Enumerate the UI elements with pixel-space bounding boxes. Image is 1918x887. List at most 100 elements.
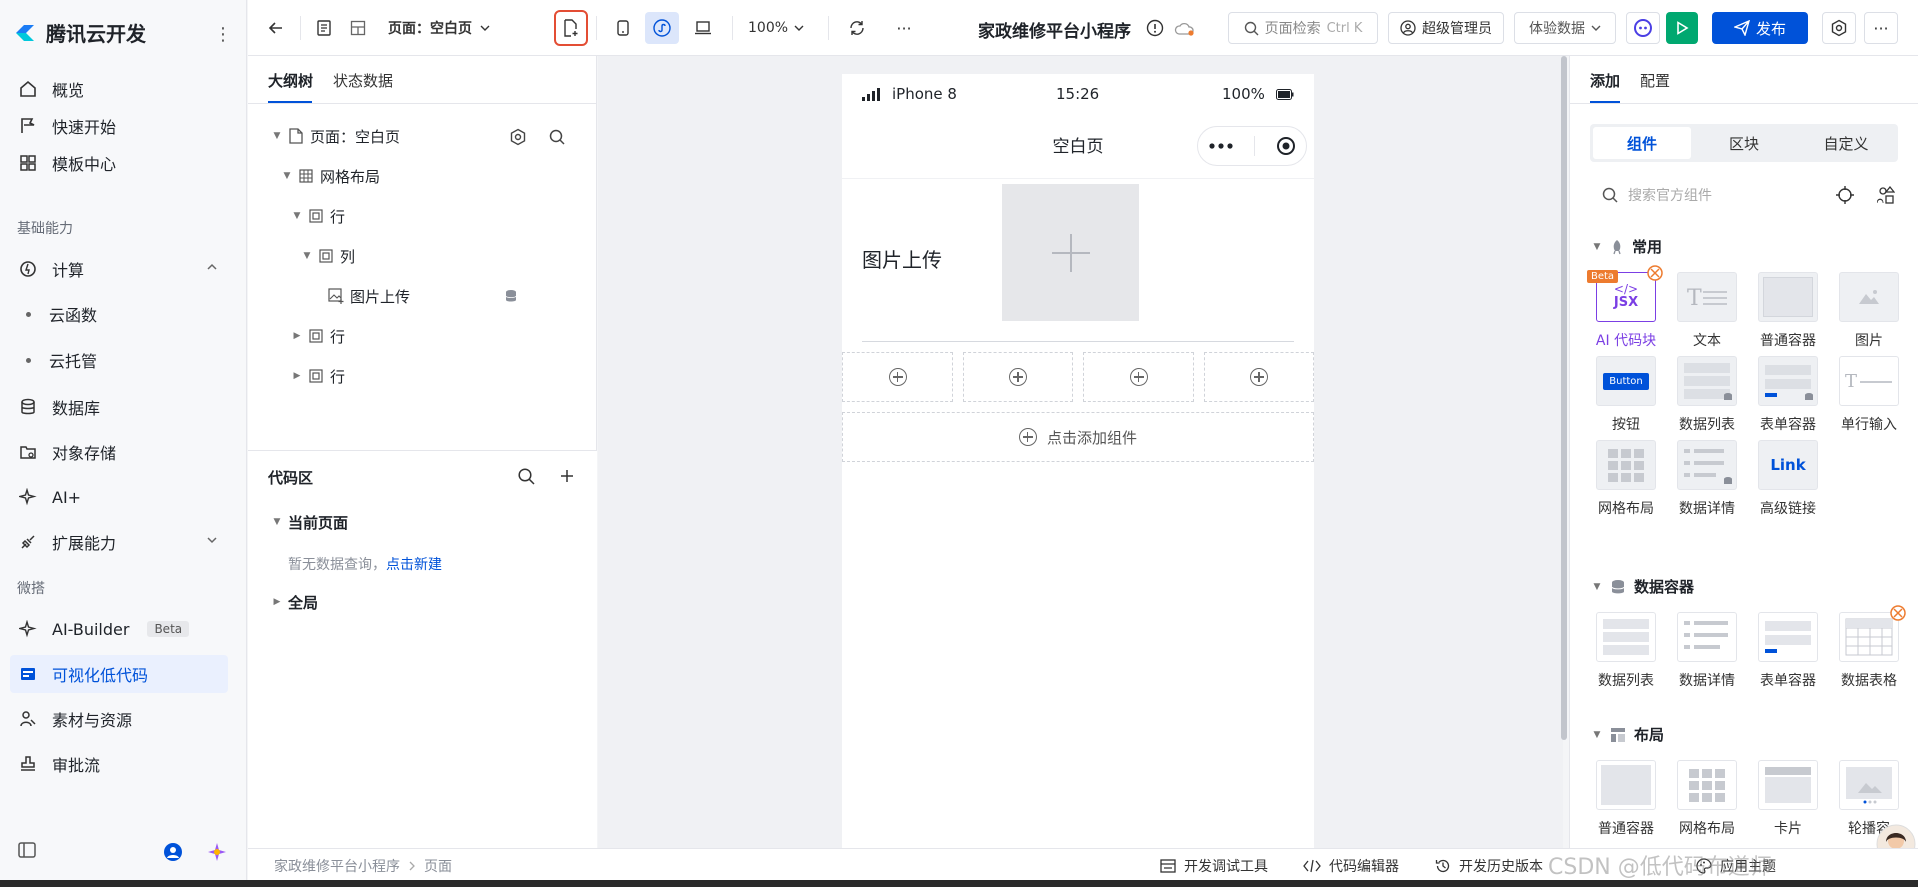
colorful-logo-icon[interactable]: [207, 842, 227, 862]
dev-tools-button[interactable]: 开发调试工具: [1160, 856, 1268, 876]
layout-button[interactable]: [342, 12, 374, 44]
tree-node-row[interactable]: ▶ 行: [292, 361, 345, 391]
desktop-view-button[interactable]: [686, 12, 720, 44]
search-icon[interactable]: [518, 468, 535, 485]
breadcrumb-app[interactable]: 家政维修平台小程序: [274, 856, 400, 876]
code-group-current-page[interactable]: ▼ 当前页面: [272, 507, 348, 537]
page-settings-icon[interactable]: [509, 128, 527, 146]
brand[interactable]: 腾讯云开发: [14, 18, 146, 47]
more-menu-button[interactable]: ···: [1864, 12, 1898, 44]
add-cell-slot[interactable]: [1083, 352, 1194, 402]
run-button[interactable]: [1666, 12, 1698, 44]
code-group-global[interactable]: ▶ 全局: [272, 587, 318, 617]
nav-sub-functions[interactable]: 云函数: [26, 296, 97, 332]
nav-item-approval[interactable]: 审批流: [10, 745, 228, 783]
data-mode-select[interactable]: 体验数据: [1514, 12, 1616, 44]
miniprogram-capsule[interactable]: [1197, 126, 1307, 166]
zoom-select[interactable]: 100%: [748, 12, 804, 44]
mobile-view-button[interactable]: [608, 12, 638, 44]
component-button[interactable]: Button 按钮: [1591, 356, 1661, 434]
user-avatar-icon[interactable]: [163, 842, 183, 862]
nav-item-materials[interactable]: 素材与资源: [10, 700, 228, 738]
component-data-list[interactable]: 数据列表: [1672, 356, 1742, 434]
close-target-icon[interactable]: [1276, 136, 1296, 156]
component-grid-layout[interactable]: 网格布局: [1672, 760, 1742, 838]
tab-outline-tree[interactable]: 大纲树: [268, 70, 313, 91]
page-search-box[interactable]: 页面检索 Ctrl K: [1228, 12, 1378, 44]
component-grid-layout[interactable]: 网格布局: [1591, 440, 1661, 518]
nav-item-ai-builder[interactable]: AI-Builder Beta: [10, 610, 228, 648]
tree-node-image-upload[interactable]: 图片上传: [328, 281, 588, 311]
component-image[interactable]: 图片: [1834, 272, 1904, 350]
nav-sub-cloudrun[interactable]: 云托管: [26, 342, 97, 378]
component-card[interactable]: 卡片: [1753, 760, 1823, 838]
more-dots-icon[interactable]: [1208, 143, 1233, 149]
component-library-icon[interactable]: [1877, 186, 1895, 204]
add-component-slot[interactable]: 点击添加组件: [842, 412, 1314, 462]
add-icon[interactable]: [559, 468, 575, 484]
ai-assistant-button[interactable]: [1626, 12, 1660, 44]
section-data-containers[interactable]: ▼ 数据容器: [1592, 576, 1694, 597]
tree-node-row[interactable]: ▶ 行: [292, 321, 345, 351]
role-button[interactable]: 超级管理员: [1388, 12, 1504, 44]
more-vertical-icon[interactable]: ⋮: [214, 22, 232, 46]
new-page-button[interactable]: [554, 10, 588, 46]
tab-add[interactable]: 添加: [1590, 70, 1620, 91]
component-data-list[interactable]: 数据列表: [1591, 612, 1661, 690]
component-container[interactable]: 普通容器: [1591, 760, 1661, 838]
miniprogram-view-button[interactable]: [645, 12, 679, 44]
nav-item-compute[interactable]: 计算: [10, 250, 228, 288]
add-cell-slot[interactable]: [842, 352, 953, 402]
component-data-table[interactable]: 数据表格: [1834, 605, 1906, 690]
component-form-container[interactable]: 表单容器: [1753, 612, 1823, 690]
nav-item-extensions[interactable]: 扩展能力: [10, 523, 228, 561]
collapse-sidebar-icon[interactable]: [18, 842, 36, 858]
section-common[interactable]: ▼ 常用: [1592, 236, 1662, 257]
cloud-sync-icon[interactable]: [1174, 21, 1196, 37]
component-text-input[interactable]: T 单行输入: [1834, 356, 1904, 434]
nav-item-database[interactable]: 数据库: [10, 388, 228, 426]
add-cell-slot[interactable]: [1204, 352, 1314, 402]
refresh-button[interactable]: [842, 12, 872, 44]
section-layout[interactable]: ▼ 布局: [1592, 724, 1664, 745]
image-upload-box[interactable]: [1002, 184, 1139, 321]
component-text[interactable]: T 文本: [1672, 272, 1742, 350]
back-button[interactable]: [262, 12, 290, 44]
nav-item-ai[interactable]: AI+: [10, 478, 228, 516]
tab-state-data[interactable]: 状态数据: [333, 70, 393, 91]
settings-button[interactable]: [1822, 12, 1856, 44]
tree-node-row[interactable]: ▼ 行: [292, 201, 345, 231]
more-button[interactable]: ···: [888, 12, 920, 44]
publish-button[interactable]: 发布: [1712, 12, 1808, 44]
component-ai-code-block[interactable]: Beta </> JSX AI 代码块: [1587, 265, 1663, 350]
component-data-detail[interactable]: 数据详情: [1672, 440, 1742, 518]
component-advanced-link[interactable]: Link 高级链接: [1753, 440, 1823, 518]
nav-item-quickstart[interactable]: 快速开始: [10, 107, 228, 145]
image-upload-label: 图片上传: [862, 248, 942, 272]
tree-node-grid[interactable]: ▼ 网格布局: [282, 161, 380, 191]
segment-custom[interactable]: 自定义: [1797, 127, 1895, 159]
breadcrumb-page[interactable]: 页面: [424, 856, 452, 876]
history-button[interactable]: 开发历史版本: [1435, 856, 1543, 876]
component-form-container[interactable]: 表单容器: [1753, 356, 1823, 434]
page-select[interactable]: 页面：空白页: [388, 12, 490, 44]
nav-item-overview[interactable]: 概览: [10, 70, 228, 108]
tree-node-page[interactable]: ▼ 页面：空白页: [272, 121, 582, 151]
locate-icon[interactable]: [1836, 186, 1854, 204]
tree-node-column[interactable]: ▼ 列: [302, 241, 355, 271]
create-query-link[interactable]: 点击新建: [386, 557, 442, 573]
nav-item-templates[interactable]: 模板中心: [10, 144, 228, 182]
canvas-scrollbar[interactable]: [1561, 56, 1567, 740]
component-container[interactable]: 普通容器: [1753, 272, 1823, 350]
nav-item-lowcode[interactable]: 可视化低代码: [10, 655, 228, 693]
add-cell-slot[interactable]: [963, 352, 1073, 402]
code-editor-button[interactable]: 代码编辑器: [1303, 856, 1399, 876]
segment-blocks[interactable]: 区块: [1695, 127, 1793, 159]
page-list-button[interactable]: [308, 12, 340, 44]
tab-config[interactable]: 配置: [1640, 70, 1670, 91]
search-icon[interactable]: [549, 129, 565, 145]
info-icon[interactable]: [1146, 19, 1164, 37]
segment-components[interactable]: 组件: [1593, 127, 1691, 159]
component-data-detail[interactable]: 数据详情: [1672, 612, 1742, 690]
nav-item-storage[interactable]: 对象存储: [10, 433, 228, 471]
